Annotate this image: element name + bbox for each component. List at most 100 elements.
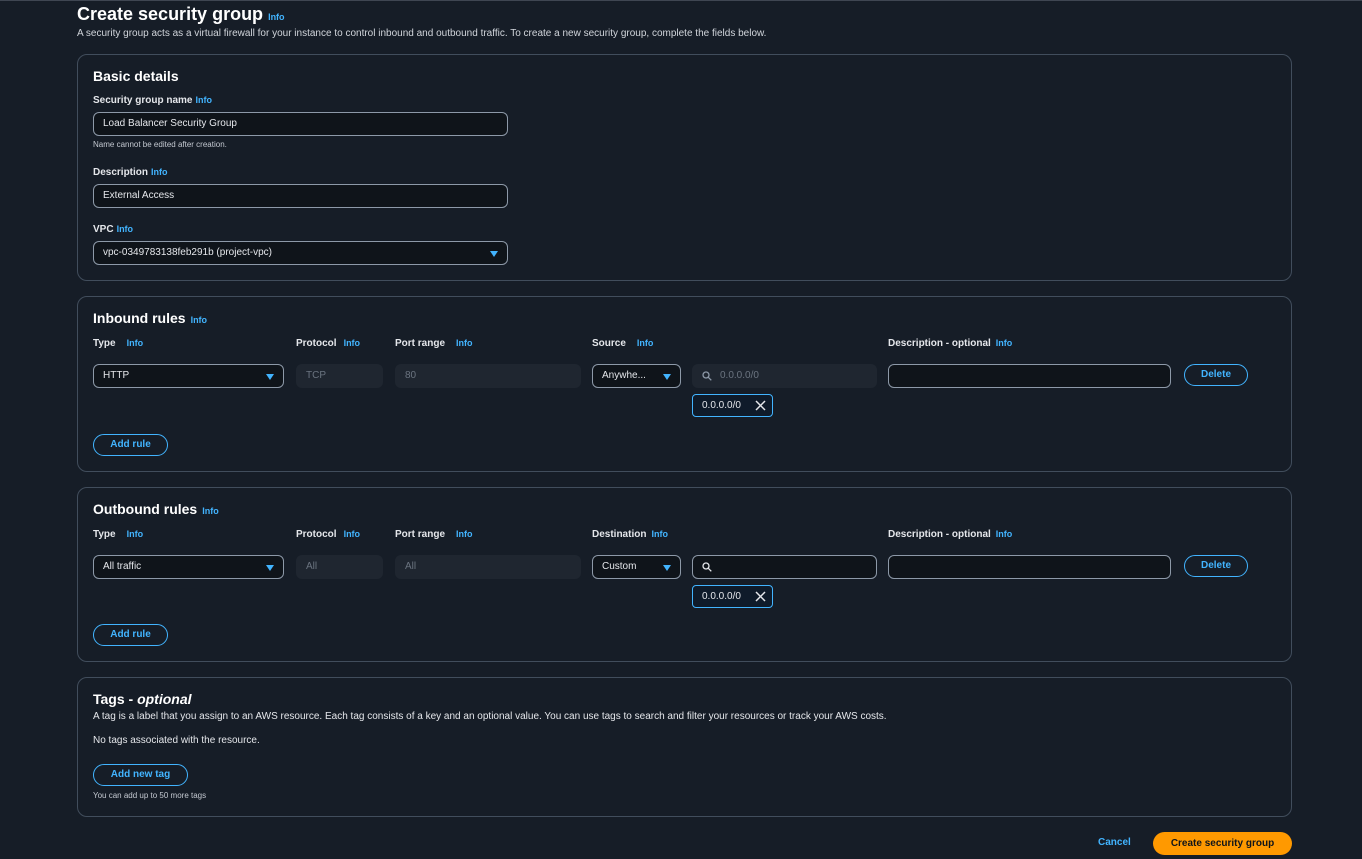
inbound-col-protocol: Protocol Info: [296, 338, 360, 349]
search-icon: [702, 371, 712, 381]
outbound-description-input[interactable]: [888, 555, 1171, 579]
vpc-label: VPC Info: [93, 224, 133, 235]
name-hint: Name cannot be edited after creation.: [93, 140, 227, 149]
page-title-text: Create security group: [77, 4, 264, 24]
description-info-link[interactable]: Info: [151, 167, 168, 177]
inbound-rules-title: Inbound rules Info: [93, 310, 207, 326]
inbound-col-source: Source Info: [592, 338, 653, 349]
outbound-info-link[interactable]: Info: [202, 506, 219, 516]
vpc-select[interactable]: vpc-0349783138feb291b (project-vpc): [93, 241, 508, 265]
close-icon[interactable]: [755, 591, 766, 602]
outbound-type-select[interactable]: All traffic: [93, 555, 284, 579]
inbound-type-info-link[interactable]: Info: [127, 338, 144, 348]
vpc-info-link[interactable]: Info: [117, 224, 134, 234]
chevron-down-icon: [490, 251, 498, 257]
inbound-col-source-text: Source: [592, 338, 626, 349]
outbound-rules-title: Outbound rules Info: [93, 501, 219, 517]
page-title: Create security group Info: [77, 4, 285, 25]
inbound-rules-title-text: Inbound rules: [93, 310, 186, 326]
inbound-info-link[interactable]: Info: [191, 315, 208, 325]
outbound-type-info-link[interactable]: Info: [127, 529, 144, 539]
outbound-port-field: All: [395, 555, 581, 579]
top-divider: [0, 0, 1362, 1]
outbound-col-protocol-text: Protocol: [296, 529, 337, 540]
cancel-button[interactable]: Cancel: [1098, 837, 1131, 848]
vpc-label-text: VPC: [93, 224, 114, 235]
outbound-cidr-token-label: 0.0.0.0/0: [702, 591, 741, 602]
outbound-add-rule-button[interactable]: Add rule: [93, 624, 168, 646]
outbound-destination-value: Custom: [602, 561, 637, 572]
outbound-col-destination-text: Destination: [592, 529, 647, 540]
name-label: Security group name Info: [93, 95, 212, 106]
outbound-col-destination: Destination Info: [592, 529, 668, 540]
tags-panel: Tags - optional A tag is a label that yo…: [77, 677, 1292, 817]
basic-details-title: Basic details: [93, 68, 179, 84]
inbound-col-port-text: Port range: [395, 338, 446, 349]
outbound-col-port: Port range Info: [395, 529, 473, 540]
chevron-down-icon: [663, 374, 671, 380]
inbound-protocol-info-link[interactable]: Info: [344, 338, 361, 348]
add-new-tag-button[interactable]: Add new tag: [93, 764, 188, 786]
basic-details-panel: Basic details Security group name Info Lo…: [77, 54, 1292, 281]
outbound-cidr-token: 0.0.0.0/0: [692, 585, 773, 608]
outbound-port-info-link[interactable]: Info: [456, 529, 473, 539]
inbound-col-description-text: Description - optional: [888, 338, 991, 349]
inbound-cidr-token: 0.0.0.0/0: [692, 394, 773, 417]
outbound-type-value: All traffic: [103, 561, 142, 572]
description-input[interactable]: External Access: [93, 184, 508, 208]
inbound-col-type: Type Info: [93, 338, 143, 349]
outbound-protocol-info-link[interactable]: Info: [344, 529, 361, 539]
inbound-rules-panel: Inbound rules Info Type Info Protocol Info …: [77, 296, 1292, 472]
page-info-link[interactable]: Info: [268, 12, 285, 22]
inbound-source-value: Anywhe...: [602, 370, 646, 381]
outbound-rules-title-text: Outbound rules: [93, 501, 198, 517]
outbound-description-info-link[interactable]: Info: [996, 529, 1013, 539]
outbound-destination-select[interactable]: Custom: [592, 555, 681, 579]
close-icon[interactable]: [755, 400, 766, 411]
security-group-name-input[interactable]: Load Balancer Security Group: [93, 112, 508, 136]
outbound-col-description-text: Description - optional: [888, 529, 991, 540]
description-label: Description Info: [93, 167, 168, 178]
outbound-col-type: Type Info: [93, 529, 143, 540]
inbound-source-info-link[interactable]: Info: [637, 338, 654, 348]
description-label-text: Description: [93, 167, 149, 178]
inbound-port-info-link[interactable]: Info: [456, 338, 473, 348]
outbound-col-type-text: Type: [93, 529, 116, 540]
inbound-type-value: HTTP: [103, 370, 130, 381]
search-icon: [702, 562, 712, 572]
inbound-description-info-link[interactable]: Info: [996, 338, 1013, 348]
tags-title-text: Tags -: [93, 691, 138, 707]
outbound-destination-info-link[interactable]: Info: [651, 529, 668, 539]
tags-limit-hint: You can add up to 50 more tags: [93, 791, 207, 800]
chevron-down-icon: [663, 565, 671, 571]
outbound-col-port-text: Port range: [395, 529, 446, 540]
inbound-col-protocol-text: Protocol: [296, 338, 337, 349]
name-label-text: Security group name: [93, 95, 193, 106]
create-security-group-button[interactable]: Create security group: [1153, 832, 1292, 855]
inbound-cidr-token-label: 0.0.0.0/0: [702, 400, 741, 411]
outbound-cidr-search-input[interactable]: [692, 555, 877, 579]
page-description: A security group acts as a virtual firew…: [77, 28, 767, 39]
chevron-down-icon: [266, 565, 274, 571]
inbound-add-rule-button[interactable]: Add rule: [93, 434, 168, 456]
outbound-delete-button[interactable]: Delete: [1184, 555, 1248, 577]
inbound-col-description: Description - optional Info: [888, 338, 1012, 349]
inbound-type-select[interactable]: HTTP: [93, 364, 284, 388]
no-tags-message: No tags associated with the resource.: [93, 735, 260, 746]
name-info-link[interactable]: Info: [195, 95, 212, 105]
inbound-cidr-search-input[interactable]: 0.0.0.0/0: [692, 364, 877, 388]
inbound-col-port: Port range Info: [395, 338, 473, 349]
inbound-protocol-field: TCP: [296, 364, 383, 388]
inbound-cidr-placeholder: 0.0.0.0/0: [720, 370, 759, 381]
inbound-description-input[interactable]: [888, 364, 1171, 388]
tags-title: Tags - optional: [93, 691, 192, 707]
outbound-rules-panel: Outbound rules Info Type Info Protocol Info…: [77, 487, 1292, 662]
inbound-port-field: 80: [395, 364, 581, 388]
inbound-source-select[interactable]: Anywhe...: [592, 364, 681, 388]
inbound-delete-button[interactable]: Delete: [1184, 364, 1248, 386]
tags-title-optional: optional: [137, 691, 192, 707]
inbound-col-type-text: Type: [93, 338, 116, 349]
chevron-down-icon: [266, 374, 274, 380]
tags-description: A tag is a label that you assign to an A…: [93, 711, 887, 722]
outbound-col-protocol: Protocol Info: [296, 529, 360, 540]
